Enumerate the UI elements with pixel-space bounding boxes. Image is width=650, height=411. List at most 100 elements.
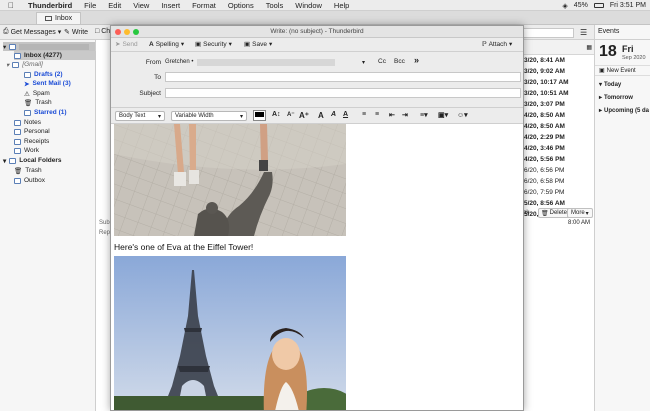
folder-outbox[interactable]: Outbox bbox=[14, 176, 45, 185]
folder-inbox[interactable]: Inbox (4277) bbox=[14, 51, 96, 60]
menu-insert[interactable]: Insert bbox=[155, 1, 186, 10]
clock[interactable]: Fri 3:51 PM bbox=[610, 2, 646, 9]
calendar-icon: ▣ bbox=[599, 68, 605, 74]
folder-spam[interactable]: ⚠ Spam bbox=[24, 89, 50, 98]
battery-icon[interactable] bbox=[593, 3, 604, 8]
folder-sent[interactable]: ➤ Sent Mail (3) bbox=[24, 79, 71, 88]
to-label: To bbox=[154, 74, 161, 81]
text-size-icon[interactable]: A↕ bbox=[272, 111, 281, 118]
body-text[interactable]: Here's one of Eva at the Eiffel Tower! bbox=[114, 242, 253, 252]
get-messages-button[interactable]: ⎙ Get Messages ▾ bbox=[3, 28, 61, 36]
events-today[interactable]: ▾ Today bbox=[595, 79, 650, 90]
folder-sent-label: Sent Mail (3) bbox=[32, 80, 71, 87]
subject-field[interactable] bbox=[165, 88, 521, 98]
menu-window[interactable]: Window bbox=[289, 1, 328, 10]
underline-icon[interactable]: A bbox=[343, 111, 348, 118]
outdent-icon[interactable]: ⇤ bbox=[389, 111, 395, 119]
bcc-button[interactable]: Bcc bbox=[394, 58, 405, 65]
date-column: 3/20, 8:41 AM 3/20, 9:02 AM 3/20, 10:17 AM… bbox=[522, 55, 594, 220]
message-row-date[interactable]: 6/20, 6:58 PM bbox=[522, 176, 594, 187]
chevron-down-icon: ▾ bbox=[57, 29, 62, 36]
paragraph-style-select[interactable]: Body Text ▾ bbox=[115, 111, 165, 121]
to-field[interactable] bbox=[165, 72, 521, 82]
menu-help[interactable]: Help bbox=[328, 1, 355, 10]
emoji-icon[interactable]: ☺▾ bbox=[457, 111, 468, 119]
italic-icon[interactable]: A bbox=[331, 111, 336, 118]
message-row-date[interactable]: 3/20, 10:17 AM bbox=[522, 77, 594, 88]
message-row-date[interactable]: 3/20, 9:02 AM bbox=[522, 66, 594, 77]
folder-starred-label: Starred (1) bbox=[34, 109, 67, 116]
folder-gmail[interactable]: ▾ [Gmail] bbox=[6, 60, 43, 69]
events-tomorrow[interactable]: ▸ Tomorrow bbox=[595, 92, 650, 103]
folder-personal[interactable]: Personal bbox=[14, 127, 50, 136]
message-row-date[interactable]: 4/20, 2:29 PM bbox=[522, 132, 594, 143]
events-today-label: Today bbox=[604, 81, 622, 88]
more-button[interactable]: More ▾ bbox=[567, 208, 593, 218]
message-row-date[interactable]: 3/20, 8:41 AM bbox=[522, 55, 594, 66]
folder-work[interactable]: Work bbox=[14, 146, 39, 155]
menu-file[interactable]: File bbox=[78, 1, 102, 10]
date-column-header[interactable]: ▦ ☰ bbox=[522, 28, 594, 55]
send-button[interactable]: ➤ Send bbox=[115, 40, 138, 49]
bold-icon[interactable]: A bbox=[318, 111, 324, 120]
smaller-text-icon[interactable]: A⁻ bbox=[287, 111, 295, 118]
apple-icon[interactable]:  bbox=[0, 1, 22, 10]
folder-icon bbox=[14, 119, 21, 126]
chat-button[interactable]: □ Ch bbox=[95, 28, 110, 35]
menu-app[interactable]: Thunderbird bbox=[22, 1, 78, 10]
message-row-date[interactable]: 6/20, 7:59 PM bbox=[522, 187, 594, 198]
insert-image-icon[interactable]: ▣▾ bbox=[438, 111, 448, 119]
indent-icon[interactable]: ⇥ bbox=[402, 111, 408, 119]
new-event-button[interactable]: ▣ New Event bbox=[595, 65, 650, 76]
security-button[interactable]: ▣ Security ▾ bbox=[195, 40, 232, 49]
menu-view[interactable]: View bbox=[127, 1, 155, 10]
folder-receipts[interactable]: Receipts bbox=[14, 137, 49, 146]
message-row-date[interactable]: 4/20, 8:50 AM bbox=[522, 110, 594, 121]
search-box[interactable] bbox=[522, 28, 574, 38]
attach-button[interactable]: ℙ Attach ▾ bbox=[482, 40, 512, 49]
tab-inbox[interactable]: Inbox bbox=[36, 12, 82, 24]
spelling-button[interactable]: A Spelling ▾ bbox=[149, 40, 184, 49]
message-row-date[interactable]: 4/20, 3:46 PM bbox=[522, 143, 594, 154]
zoom-icon[interactable] bbox=[133, 29, 139, 35]
trash-icon: 🗑 bbox=[14, 167, 23, 175]
numbered-list-icon[interactable]: ≡ bbox=[375, 111, 379, 118]
menu-format[interactable]: Format bbox=[186, 1, 222, 10]
wifi-icon[interactable]: ◈ bbox=[562, 2, 567, 10]
minimize-icon[interactable] bbox=[124, 29, 130, 35]
from-select[interactable]: Gretchen • ▾ bbox=[165, 57, 365, 67]
align-icon[interactable]: ≡▾ bbox=[420, 111, 428, 119]
folder-local-trash[interactable]: 🗑 Trash bbox=[14, 166, 42, 175]
more-fields-icon[interactable]: » bbox=[414, 55, 419, 65]
font-select[interactable]: Variable Width ▾ bbox=[171, 111, 247, 121]
write-button[interactable]: ✎ Write bbox=[64, 28, 88, 37]
menu-tools[interactable]: Tools bbox=[260, 1, 290, 10]
delete-button[interactable]: 🗑 Delete bbox=[538, 208, 570, 218]
folder-local[interactable]: ▾ Local Folders bbox=[3, 156, 62, 165]
menu-options[interactable]: Options bbox=[222, 1, 260, 10]
folder-account[interactable]: ▾ bbox=[3, 42, 95, 51]
folder-starred[interactable]: Starred (1) bbox=[24, 108, 67, 117]
hamburger-menu-icon[interactable]: ☰ bbox=[580, 28, 587, 37]
events-upcoming[interactable]: ▸ Upcoming (5 da bbox=[595, 105, 650, 116]
message-row-date[interactable]: 4/20, 8:50 AM bbox=[522, 121, 594, 132]
bullet-list-icon[interactable]: ≡ bbox=[362, 111, 366, 118]
message-row-date[interactable]: 6/20, 6:56 PM bbox=[522, 165, 594, 176]
column-picker-icon[interactable]: ▦ bbox=[586, 44, 592, 51]
text-color-picker[interactable] bbox=[253, 110, 266, 121]
battery-percent: 45% bbox=[573, 2, 588, 9]
menu-edit[interactable]: Edit bbox=[102, 1, 127, 10]
folder-notes[interactable]: Notes bbox=[14, 118, 41, 127]
folder-trash[interactable]: 🗑 Trash bbox=[24, 98, 52, 107]
message-body[interactable]: Here's one of Eva at the Eiffel Tower! bbox=[111, 124, 523, 410]
larger-text-icon[interactable]: A⁺ bbox=[299, 111, 309, 120]
download-icon: ⎙ bbox=[3, 28, 9, 35]
close-icon[interactable] bbox=[115, 29, 121, 35]
save-button[interactable]: ▣ Save ▾ bbox=[244, 40, 272, 49]
message-row-date[interactable]: 3/20, 10:51 AM bbox=[522, 88, 594, 99]
message-row-date[interactable]: 4/20, 5:56 PM bbox=[522, 154, 594, 165]
subject-label: Subject bbox=[139, 90, 161, 97]
folder-drafts[interactable]: Drafts (2) bbox=[24, 70, 63, 79]
cc-button[interactable]: Cc bbox=[378, 58, 386, 65]
message-row-date[interactable]: 3/20, 3:07 PM bbox=[522, 99, 594, 110]
